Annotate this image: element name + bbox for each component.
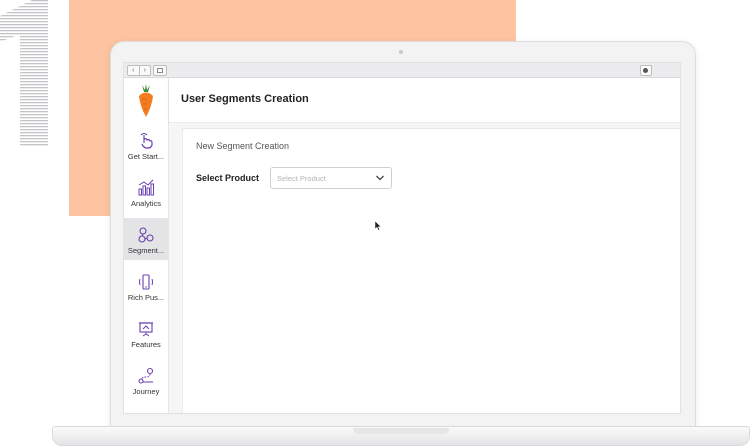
sidebar-item-label: Features [131, 340, 161, 349]
laptop-notch [353, 428, 449, 434]
sidebar-toggle-icon[interactable] [153, 65, 167, 76]
select-product-label: Select Product [196, 173, 260, 183]
page-title: User Segments Creation [181, 93, 309, 105]
laptop-screen: ‹ › Get Start... Analytics Segment... Ri… [123, 62, 681, 414]
back-icon[interactable]: ‹ [128, 66, 139, 75]
laptop-base [52, 426, 750, 446]
sidebar: Get Start... Analytics Segment... Rich P… [124, 78, 169, 413]
settings-icon[interactable] [640, 65, 652, 76]
card-title: New Segment Creation [196, 141, 290, 151]
sidebar-item-segments[interactable]: Segment... [124, 218, 168, 260]
page-header: User Segments Creation [169, 78, 680, 123]
sidebar-item-label: Analytics [130, 199, 161, 208]
chevron-down-icon [376, 175, 384, 181]
sidebar-item-label: Segment... [127, 246, 165, 255]
sidebar-item-label: Journey [132, 387, 160, 396]
large-number-one-decoration [0, 0, 48, 146]
sidebar-item-rich-push[interactable]: Rich Pus... [124, 265, 168, 307]
product-select-dropdown[interactable]: Select Product [270, 167, 392, 189]
journey-path-icon [138, 367, 154, 384]
forward-icon[interactable]: › [138, 66, 151, 75]
browser-nav-buttons: ‹ › [127, 65, 151, 76]
tap-hand-icon [140, 133, 153, 149]
sidebar-item-features[interactable]: Features [124, 312, 168, 354]
browser-toolbar: ‹ › [124, 63, 680, 78]
laptop-camera [399, 50, 403, 54]
sidebar-item-get-started[interactable]: Get Start... [124, 124, 168, 166]
segment-nodes-icon [138, 227, 154, 243]
bar-chart-icon [138, 179, 154, 196]
segment-form-card: New Segment Creation Select Product Sele… [182, 128, 680, 413]
sidebar-item-label: Get Start... [127, 152, 165, 161]
carrot-logo-icon[interactable] [135, 84, 157, 118]
presentation-board-icon [139, 322, 153, 337]
sidebar-item-analytics[interactable]: Analytics [124, 171, 168, 213]
select-placeholder: Select Product [277, 174, 326, 183]
sidebar-item-journey[interactable]: Journey [124, 359, 168, 401]
mouse-cursor-icon [375, 221, 382, 231]
phone-push-icon [139, 274, 153, 290]
sidebar-item-label: Rich Pus... [127, 293, 165, 302]
